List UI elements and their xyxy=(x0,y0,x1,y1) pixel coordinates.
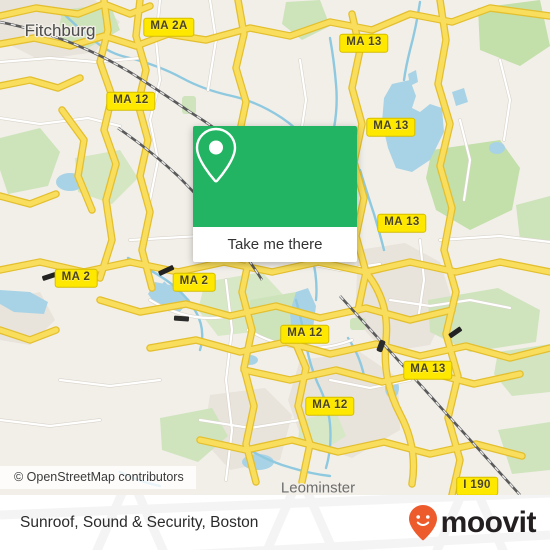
popup-image-panel xyxy=(193,126,357,227)
moovit-wordmark: moovit xyxy=(440,505,537,539)
road-shield-ma-13-south: MA 13 xyxy=(403,360,453,380)
moovit-smiling-pin-icon xyxy=(408,504,437,540)
map-pin-icon xyxy=(195,127,237,183)
road-shield-ma-2-west: MA 2 xyxy=(54,268,98,288)
place-label-fitchburg: Fitchburg xyxy=(24,21,96,40)
place-popup-card[interactable]: Take me there xyxy=(193,126,357,262)
road-shield-ma-12-mid: MA 12 xyxy=(280,324,330,344)
road-shield-ma-2-east: MA 2 xyxy=(172,272,216,292)
map-attribution[interactable]: © OpenStreetMap contributors xyxy=(0,466,196,489)
moovit-brand[interactable]: moovit xyxy=(408,504,537,542)
footer-bar: Sunroof, Sound & Security, Boston moovit xyxy=(0,495,550,550)
road-shield-ma-12-north: MA 12 xyxy=(106,91,156,111)
road-shield-ma-12-south: MA 12 xyxy=(305,396,355,416)
road-shield-ma-13-mid: MA 13 xyxy=(377,213,427,233)
moovit-place-map-card: Fitchburg Leominster MA 2A MA 13 MA 12 M… xyxy=(0,0,550,550)
take-me-there-label: Take me there xyxy=(227,236,323,253)
road-shield-ma-13-north: MA 13 xyxy=(339,33,389,53)
place-title: Sunroof, Sound & Security, Boston xyxy=(20,513,259,531)
road-shield-ma-2a: MA 2A xyxy=(143,17,195,37)
map-canvas[interactable]: Fitchburg Leominster MA 2A MA 13 MA 12 M… xyxy=(0,0,550,495)
take-me-there-button[interactable]: Take me there xyxy=(193,227,357,262)
place-label-leominster: Leominster xyxy=(280,479,356,496)
road-shield-ma-13-upper: MA 13 xyxy=(366,117,416,137)
road-shield-i-190: I 190 xyxy=(456,476,498,495)
